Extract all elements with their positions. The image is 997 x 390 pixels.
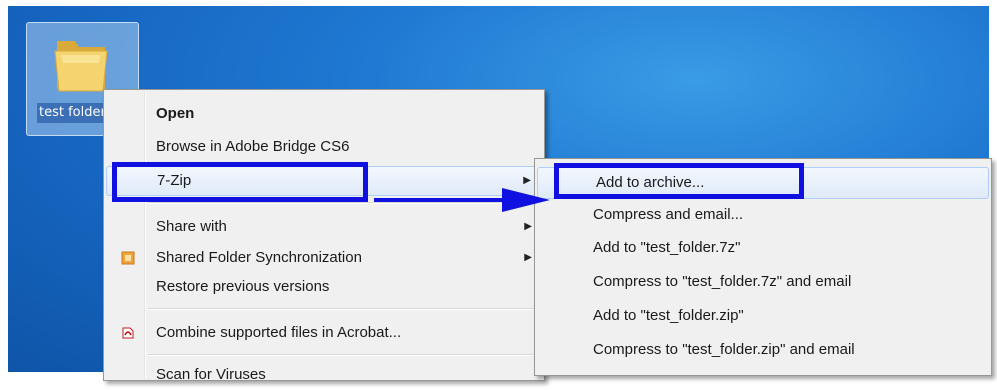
menu-separator <box>148 354 540 356</box>
menu-item-browse-bridge[interactable]: Browse in Adobe Bridge CS6 <box>106 132 542 162</box>
menu-item-open[interactable]: Open <box>106 99 542 129</box>
annotation-box-7zip <box>112 162 368 202</box>
submenu-item-label: Compress to "test_folder.zip" and email <box>593 341 855 358</box>
submenu-item-label: Add to "test_folder.7z" <box>593 239 741 256</box>
annotation-box-add-to-archive <box>554 163 804 199</box>
menu-item-shared-folder-sync[interactable]: Shared Folder Synchronization ▶ <box>106 243 542 273</box>
menu-item-label: Open <box>156 105 195 122</box>
submenu-item-compress-7z-email[interactable]: Compress to "test_folder.7z" and email <box>535 267 991 297</box>
menu-item-combine-acrobat[interactable]: Combine supported files in Acrobat... <box>106 318 542 348</box>
menu-item-scan-viruses[interactable]: Scan for Viruses <box>106 360 542 390</box>
menu-item-label: Share with <box>156 218 227 235</box>
submenu-item-compress-email[interactable]: Compress and email... <box>535 200 991 230</box>
submenu-item-label: Compress and email... <box>593 206 744 223</box>
sync-icon <box>121 251 135 265</box>
context-menu: Open Browse in Adobe Bridge CS6 7-Zip ▶ … <box>103 89 545 383</box>
menu-item-label: Browse in Adobe Bridge CS6 <box>156 138 350 155</box>
submenu-item-add-zip[interactable]: Add to "test_folder.zip" <box>535 301 991 331</box>
menu-item-label: Combine supported files in Acrobat... <box>156 324 402 341</box>
acrobat-icon <box>122 327 134 339</box>
menu-separator <box>148 308 540 310</box>
folder-icon <box>54 41 108 92</box>
annotation-arrow-icon <box>374 188 550 212</box>
submenu-item-label: Add to "test_folder.zip" <box>593 307 744 324</box>
menu-item-label: Scan for Viruses <box>156 366 266 383</box>
menu-item-share-with[interactable]: Share with ▶ <box>106 212 542 242</box>
submenu-item-add-7z[interactable]: Add to "test_folder.7z" <box>535 233 991 263</box>
menu-item-label: Restore previous versions <box>156 278 330 295</box>
submenu-arrow-icon: ▶ <box>524 252 532 263</box>
submenu-item-compress-zip-email[interactable]: Compress to "test_folder.zip" and email <box>535 335 991 365</box>
submenu-arrow-icon: ▶ <box>524 221 532 232</box>
submenu-item-label: Compress to "test_folder.7z" and email <box>593 273 852 290</box>
menu-item-label: Shared Folder Synchronization <box>156 249 362 266</box>
menu-item-restore-versions[interactable]: Restore previous versions <box>106 272 542 302</box>
